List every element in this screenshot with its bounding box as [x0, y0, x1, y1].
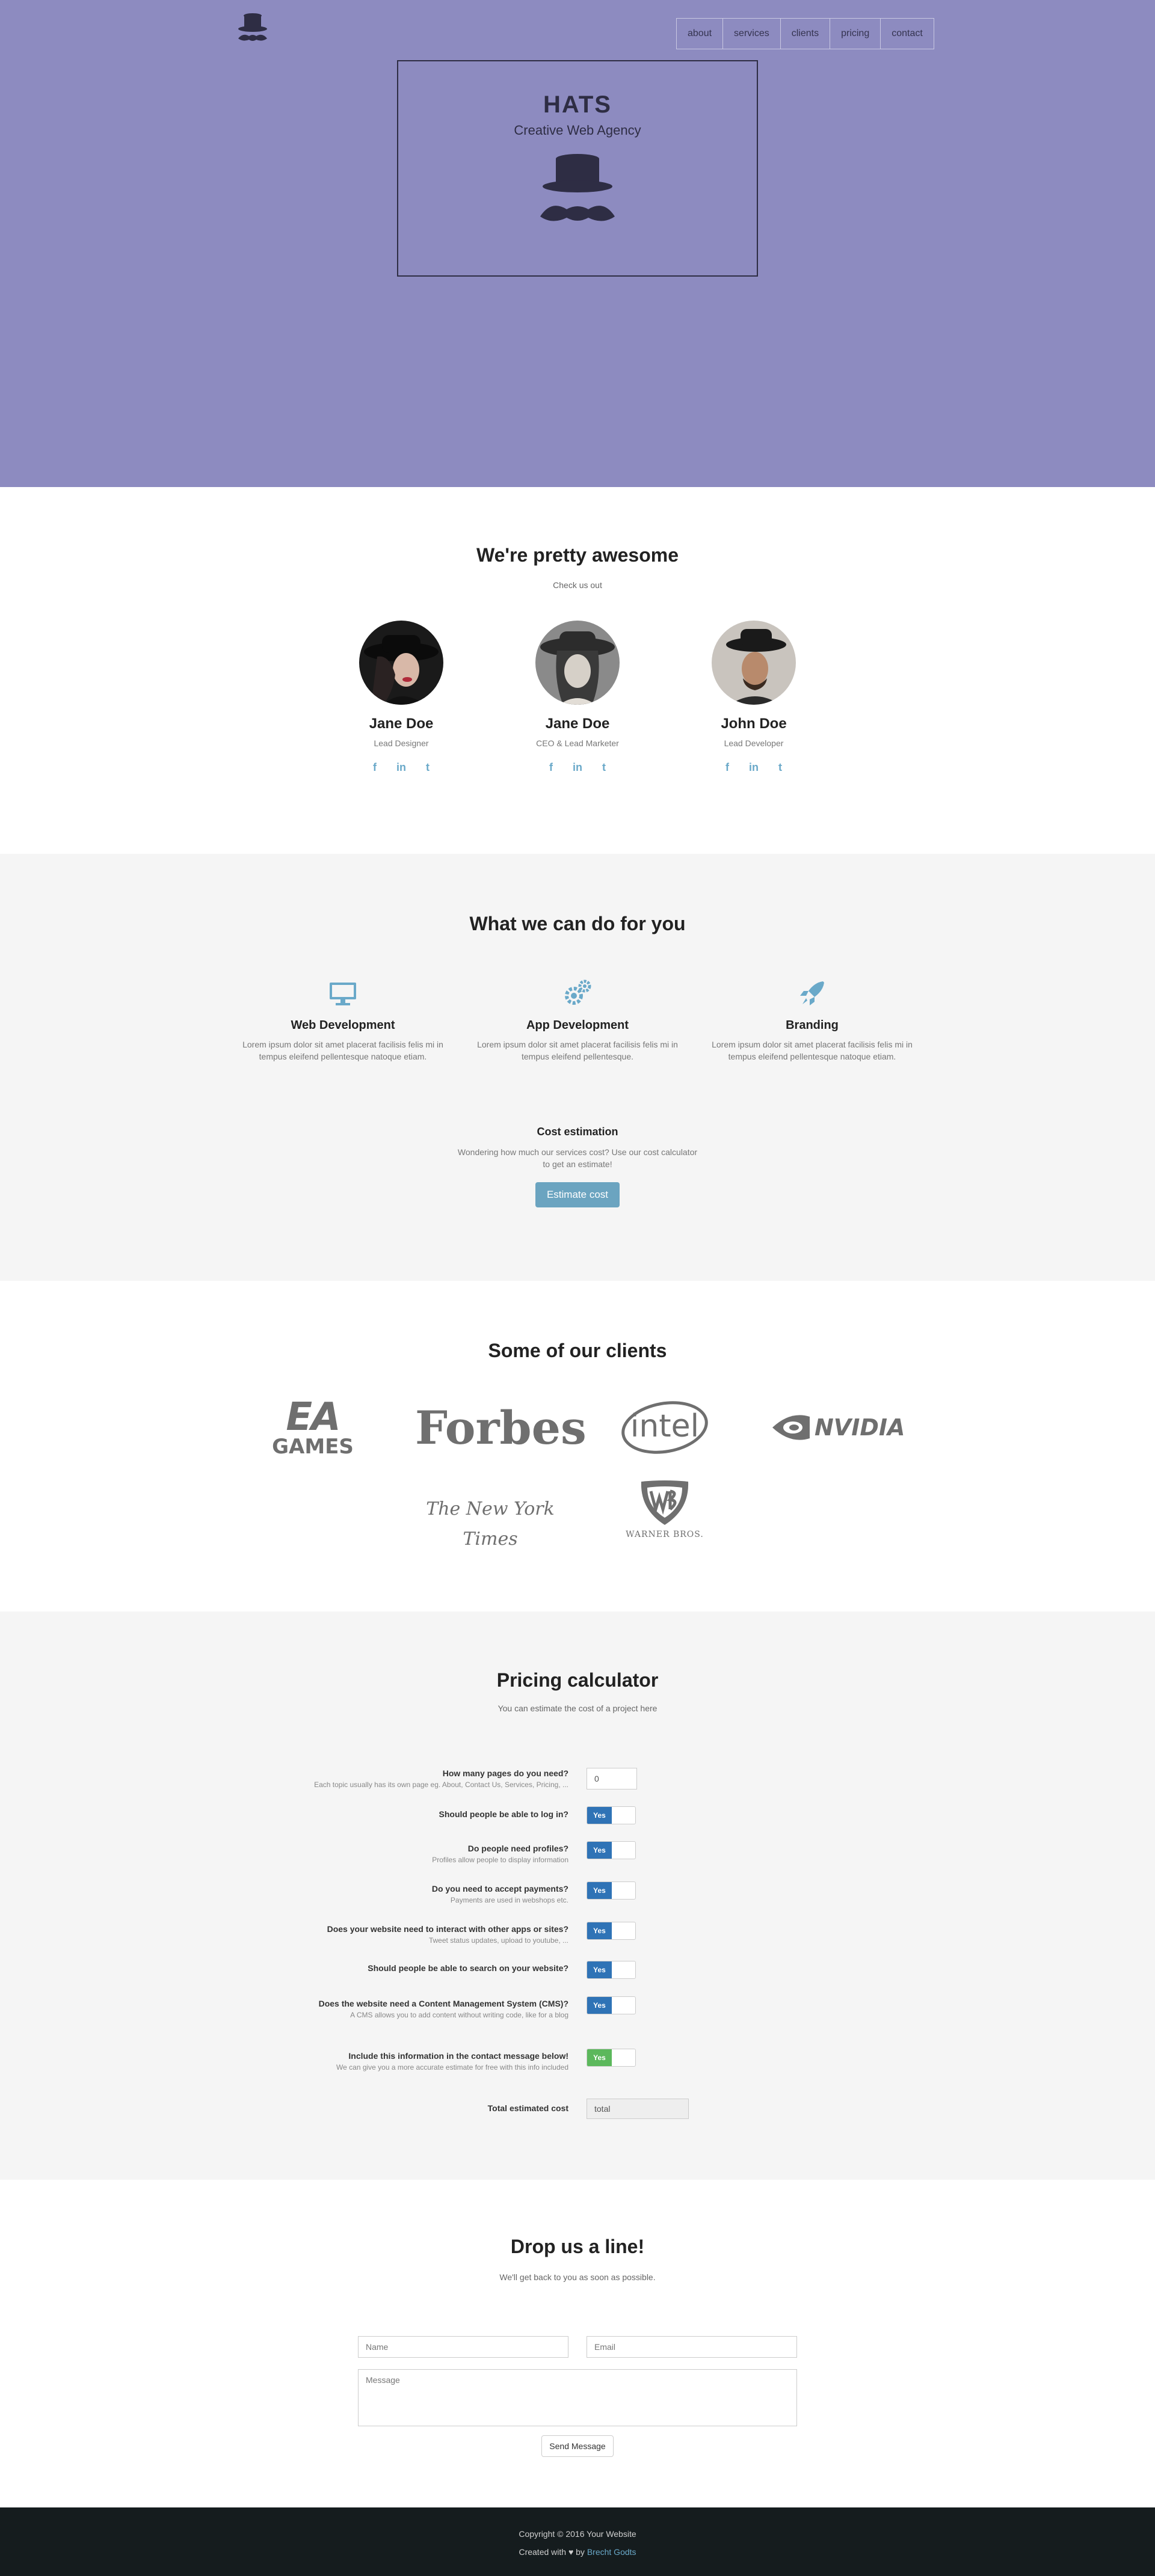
cost-title: Cost estimation: [537, 1126, 618, 1138]
rocket-icon: [798, 979, 827, 1008]
nvidia-logo: NVIDIA: [770, 1406, 914, 1448]
twitter-icon[interactable]: t: [774, 761, 786, 773]
hat-mustache-icon: [535, 150, 620, 235]
total-label: Total estimated cost: [487, 2103, 568, 2113]
member-role: Lead Developer: [724, 738, 784, 748]
search-toggle[interactable]: Yes: [587, 1961, 636, 1979]
question-label: Should people be able to search on your …: [368, 1963, 568, 1973]
name-input[interactable]: Name: [358, 2336, 568, 2358]
gears-icon: [563, 979, 592, 1008]
nav-pricing[interactable]: pricing: [830, 19, 881, 49]
pricing-title: Pricing calculator: [496, 1669, 659, 1691]
service-text: Lorem ipsum dolor sit amet placerat faci…: [477, 1040, 678, 1061]
love-icon: ♥: [568, 2547, 574, 2557]
service-card: Branding Lorem ipsum dolor sit amet plac…: [704, 979, 920, 1063]
author-link[interactable]: Brecht Godts: [587, 2547, 636, 2557]
team-member: Jane Doe Lead Designer f in t: [311, 621, 491, 773]
warner-bros-logo: WARNER BROS.: [620, 1479, 710, 1545]
clients-title: Some of our clients: [488, 1340, 667, 1361]
services-title: What we can do for you: [469, 913, 686, 934]
member-role: Lead Designer: [374, 738, 429, 748]
intel-logo: intel: [620, 1396, 710, 1456]
team-member: Jane Doe CEO & Lead Marketer f in t: [487, 621, 668, 773]
hero-subtitle: Creative Web Agency: [514, 123, 641, 138]
cost-text: Wondering how much our services cost? Us…: [457, 1147, 698, 1169]
avatar: [359, 621, 443, 705]
footer: Copyright © 2016 Your Website Created wi…: [0, 2507, 1155, 2576]
question-label: Does your website need to interact with …: [327, 1924, 568, 1934]
integrations-toggle[interactable]: Yes: [587, 1922, 636, 1940]
linkedin-icon[interactable]: in: [571, 761, 584, 773]
facebook-icon[interactable]: f: [721, 761, 733, 773]
hero-title: HATS: [543, 91, 612, 118]
created-by: by: [576, 2547, 585, 2557]
monitor-icon: [328, 979, 357, 1008]
team-subtitle: Check us out: [553, 580, 602, 590]
facebook-icon[interactable]: f: [545, 761, 557, 773]
linkedin-icon[interactable]: in: [395, 761, 407, 773]
send-message-button[interactable]: Send Message: [541, 2435, 614, 2457]
include-hint: We can give you a more accurate estimate…: [336, 2063, 568, 2072]
service-title: App Development: [526, 1019, 629, 1032]
member-name: Jane Doe: [545, 716, 610, 732]
nav-contact[interactable]: contact: [881, 19, 934, 49]
pages-input[interactable]: 0: [587, 1768, 637, 1789]
question-label: Does the website need a Content Manageme…: [318, 1999, 568, 2008]
service-text: Lorem ipsum dolor sit amet placerat faci…: [242, 1040, 443, 1061]
contact-title: Drop us a line!: [510, 2236, 645, 2257]
ea-games-logo: EA GAMES: [272, 1395, 354, 1459]
member-name: Jane Doe: [369, 716, 434, 732]
team-title: We're pretty awesome: [476, 544, 679, 566]
created-line: Created with ♥ by Brecht Godts: [0, 2547, 1155, 2557]
cms-toggle[interactable]: Yes: [587, 1996, 636, 2014]
service-title: Branding: [786, 1019, 839, 1032]
question-label: How many pages do you need?: [442, 1768, 568, 1778]
copyright-text: Copyright © 2016 Your Website: [519, 2529, 636, 2539]
question-label: Should people be able to log in?: [439, 1809, 568, 1819]
payments-toggle[interactable]: Yes: [587, 1881, 636, 1900]
member-name: John Doe: [721, 716, 787, 732]
nav-clients[interactable]: clients: [781, 19, 831, 49]
logo-hat-icon[interactable]: [235, 11, 271, 47]
forbes-logo: Forbes: [415, 1401, 587, 1455]
service-card: Web Development Lorem ipsum dolor sit am…: [235, 979, 451, 1063]
twitter-icon[interactable]: t: [422, 761, 434, 773]
estimate-cost-button[interactable]: Estimate cost: [535, 1182, 620, 1207]
question-hint: Profiles allow people to display informa…: [432, 1856, 568, 1864]
question-hint: Each topic usually has its own page eg. …: [314, 1780, 568, 1789]
nyt-logo: The New York Times: [426, 1498, 555, 1550]
service-text: Lorem ipsum dolor sit amet placerat faci…: [712, 1040, 913, 1061]
message-textarea[interactable]: Message: [358, 2369, 797, 2426]
twitter-icon[interactable]: t: [598, 761, 610, 773]
hero-box: HATS Creative Web Agency: [397, 60, 758, 277]
linkedin-icon[interactable]: in: [748, 761, 760, 773]
hero-section: about services clients pricing contact H…: [0, 0, 1155, 487]
total-output: total: [587, 2099, 689, 2119]
question-label: Do you need to accept payments?: [431, 1884, 568, 1894]
include-label: Include this information in the contact …: [348, 2051, 568, 2061]
nav-about[interactable]: about: [677, 19, 724, 49]
profiles-toggle[interactable]: Yes: [587, 1841, 636, 1859]
team-member: John Doe Lead Developer f in t: [664, 621, 844, 773]
created-prefix: Created with: [519, 2547, 567, 2557]
email-input[interactable]: Email: [587, 2336, 797, 2358]
question-label: Do people need profiles?: [467, 1844, 568, 1853]
avatar: [535, 621, 620, 705]
service-card: App Development Lorem ipsum dolor sit am…: [469, 979, 686, 1063]
login-toggle[interactable]: Yes: [587, 1806, 636, 1824]
nav-services[interactable]: services: [723, 19, 781, 49]
pricing-subtitle: You can estimate the cost of a project h…: [497, 1704, 658, 1713]
avatar: [712, 621, 796, 705]
service-title: Web Development: [291, 1019, 395, 1032]
pricing-section: [0, 1612, 1155, 2180]
main-nav: about services clients pricing contact: [676, 18, 934, 49]
question-hint: A CMS allows you to add content without …: [350, 2011, 568, 2019]
member-role: CEO & Lead Marketer: [536, 738, 619, 748]
include-toggle[interactable]: Yes: [587, 2049, 636, 2067]
question-hint: Tweet status updates, upload to youtube,…: [428, 1936, 568, 1945]
contact-subtitle: We'll get back to you as soon as possibl…: [499, 2272, 656, 2282]
question-hint: Payments are used in webshops etc.: [450, 1896, 568, 1904]
facebook-icon[interactable]: f: [369, 761, 381, 773]
